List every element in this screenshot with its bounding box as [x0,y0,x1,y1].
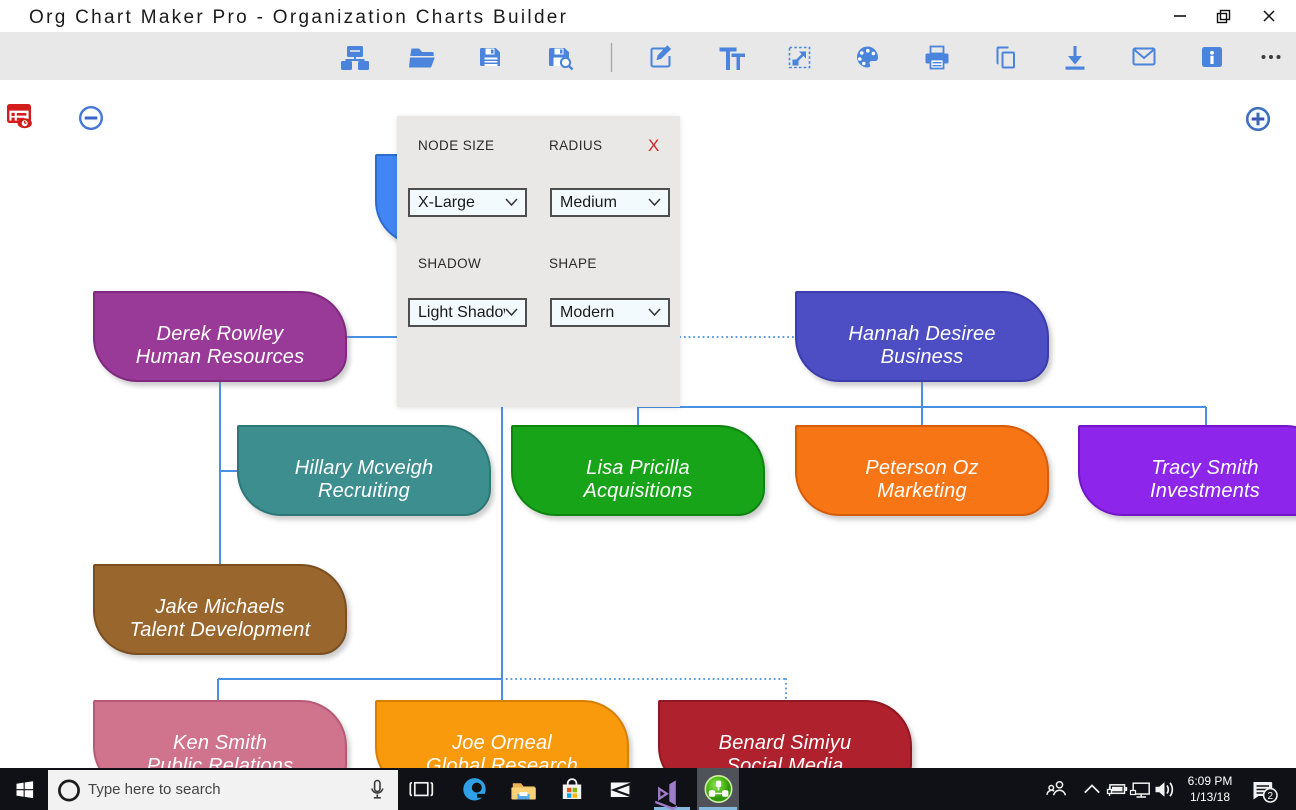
svg-text:2: 2 [1268,791,1274,802]
